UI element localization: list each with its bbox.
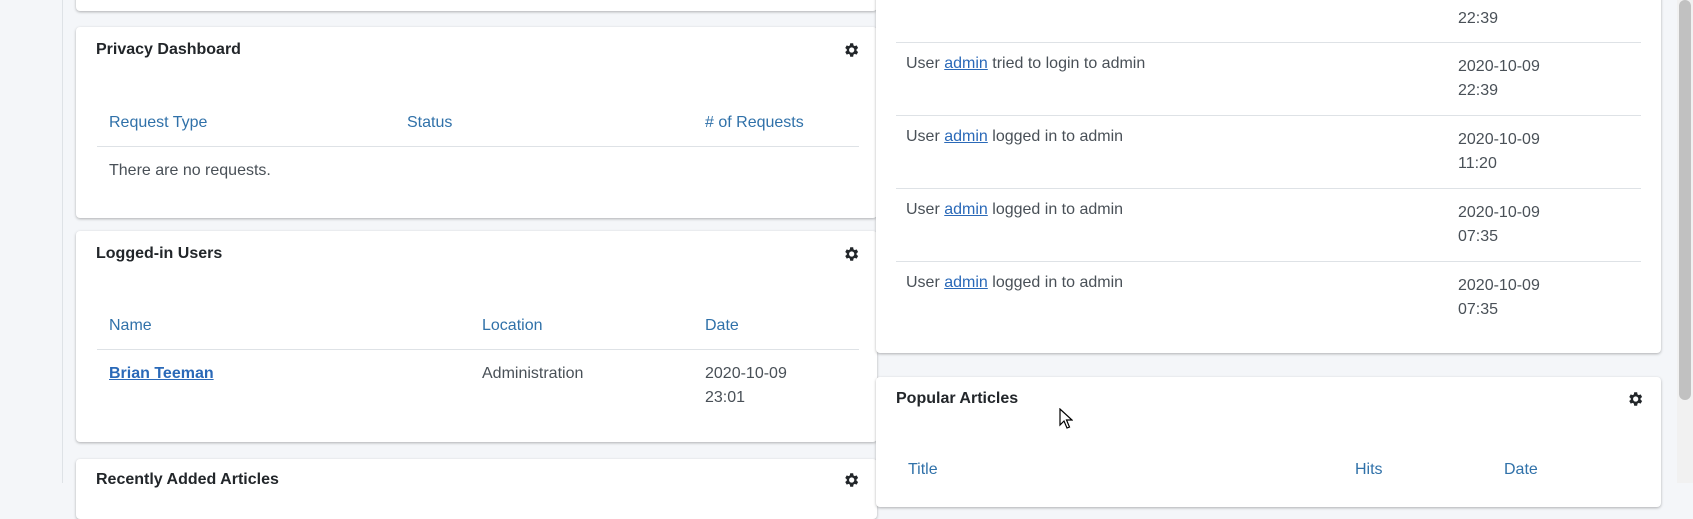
activity-user-link[interactable]: admin (944, 201, 988, 218)
activity-date: 2020-10-09 07:35 (1458, 277, 1540, 318)
column-header-date[interactable]: Date (1504, 461, 1538, 479)
user-location: Administration (482, 365, 584, 382)
activity-text: User admin tried to login to admin (906, 55, 1146, 72)
empty-message: There are no requests. (109, 162, 271, 179)
activity-date-time: 22:39 (1458, 10, 1499, 27)
user-date-day: 2020-10-09 (705, 365, 787, 382)
column-header-date[interactable]: Date (705, 317, 739, 335)
column-header-request-type[interactable]: Request Type (109, 114, 207, 132)
activity-row: User admin logged in to admin 2020-10-09… (876, 116, 1661, 189)
top-partial-card (76, 0, 877, 11)
activity-user-link[interactable]: admin (944, 274, 988, 291)
privacy-dashboard-card: Privacy Dashboard Request Type Status # … (76, 27, 877, 218)
recently-added-articles-title: Recently Added Articles (96, 471, 279, 488)
column-header-name[interactable]: Name (109, 317, 152, 335)
column-header-title[interactable]: Title (908, 461, 938, 479)
popular-articles-title: Popular Articles (896, 390, 1019, 407)
activity-date: 2020-10-09 11:20 (1458, 131, 1540, 172)
gear-icon[interactable] (1626, 390, 1644, 408)
logged-in-users-card: Logged-in Users Name Location Date Brian… (76, 231, 877, 442)
scrollbar-thumb[interactable] (1679, 0, 1691, 400)
activity-date: 2020-10-09 07:35 (1458, 204, 1540, 245)
activity-row: User admin logged in to admin 2020-10-09… (876, 189, 1661, 262)
logged-in-users-title: Logged-in Users (96, 245, 223, 262)
divider (97, 349, 859, 350)
gear-icon[interactable] (842, 471, 860, 489)
gear-icon[interactable] (842, 245, 860, 263)
column-header-requests-count[interactable]: # of Requests (705, 114, 804, 132)
user-name-link[interactable]: Brian Teeman (109, 362, 214, 386)
activity-user-link[interactable]: admin (944, 128, 988, 145)
gear-icon[interactable] (842, 41, 860, 59)
activity-row: User admin logged in to admin 2020-10-09… (876, 262, 1661, 335)
divider (97, 146, 859, 147)
activity-date: 2020-10-09 22:39 (1458, 58, 1540, 99)
popular-articles-card: Popular Articles Title Hits Date (876, 377, 1661, 507)
activity-row-partial: 22:39 (876, 0, 1661, 42)
sidebar-strip (0, 0, 63, 483)
activity-log-card: 22:39 User admin tried to login to admin… (876, 0, 1661, 353)
user-date-time: 23:01 (705, 389, 746, 406)
column-header-location[interactable]: Location (482, 317, 543, 335)
column-header-hits[interactable]: Hits (1355, 461, 1383, 479)
activity-row: User admin tried to login to admin 2020-… (876, 43, 1661, 116)
column-header-status[interactable]: Status (407, 114, 452, 132)
activity-text: User admin logged in to admin (906, 201, 1124, 218)
activity-text: User admin logged in to admin (906, 274, 1124, 291)
activity-text: User admin logged in to admin (906, 128, 1124, 145)
privacy-dashboard-title: Privacy Dashboard (96, 41, 241, 58)
user-date: 2020-10-09 23:01 (705, 362, 787, 410)
mouse-cursor-icon (1059, 408, 1073, 429)
activity-user-link[interactable]: admin (944, 55, 988, 72)
recently-added-articles-card: Recently Added Articles (76, 459, 877, 519)
page-scrollbar[interactable] (1677, 0, 1693, 483)
